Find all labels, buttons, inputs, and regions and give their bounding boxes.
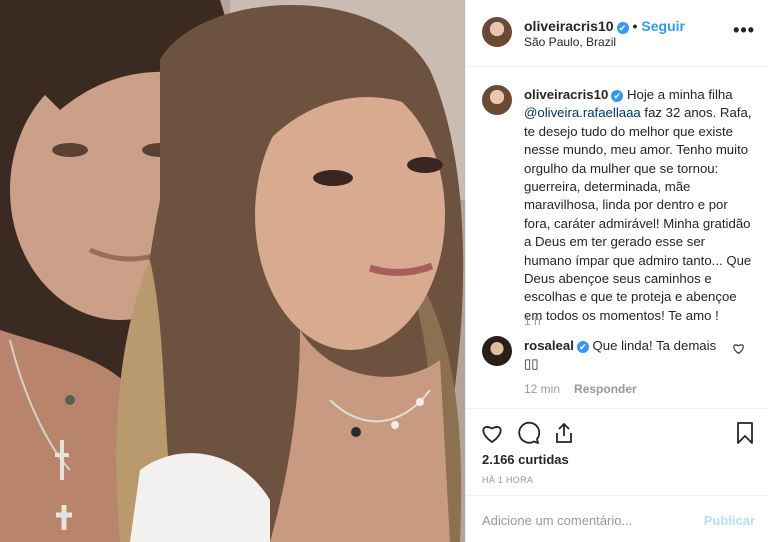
author-avatar[interactable] [482,17,512,47]
instagram-post: oliveiracris10 ✔ • Seguir São Paulo, Brazil… [0,0,768,542]
heart-icon[interactable] [480,421,504,445]
author-line: oliveiracris10 ✔ • Seguir [524,18,685,34]
reply-button[interactable]: Responder [574,382,637,396]
caption-author-username[interactable]: oliveiracris10 [524,87,608,102]
comment-meta: 12 min Responder [524,382,637,396]
post-actions: 2.166 curtidas HÁ 1 HORA [466,408,768,506]
comments-section: oliveiracris10 ✔ Hoje a minha filha @oliv… [466,68,768,407]
verified-badge-icon: ✔ [611,90,624,102]
caption-text-part2: faz 32 anos. Rafa, te desejo tudo do mel… [524,105,752,323]
post-side-panel: oliveiracris10 ✔ • Seguir São Paulo, Brazil… [465,0,768,542]
separator-dot: • [632,18,638,34]
selfie-photo-illustration [0,0,465,542]
likes-count[interactable]: 2.166 curtidas [482,452,569,467]
post-photo[interactable] [0,0,465,542]
commenter-avatar[interactable] [482,336,512,366]
post-caption: oliveiracris10 ✔ Hoje a minha filha @oliv… [524,86,756,325]
author-username[interactable]: oliveiracris10 [524,18,614,34]
caption-age[interactable]: 1 h [524,314,541,328]
bookmark-icon[interactable] [733,421,757,445]
comment-input[interactable] [482,508,692,532]
post-timestamp[interactable]: HÁ 1 HORA [482,475,533,485]
commenter-username[interactable]: rosaleal [524,338,574,353]
share-icon[interactable] [552,421,576,445]
caption-text-part1: Hoje a minha filha [623,87,733,102]
caption-mention-link[interactable]: @oliveira.rafaellaaa [524,105,641,120]
post-location[interactable]: São Paulo, Brazil [524,35,616,49]
comment-text: rosaleal ✔ Que linda! Ta demais ▯▯ [524,337,724,373]
publish-button[interactable]: Publicar [704,513,755,528]
more-options-icon[interactable]: ••• [733,20,755,41]
like-comment-heart-icon[interactable] [732,342,745,355]
comment-age[interactable]: 12 min [524,382,560,396]
caption-author-avatar[interactable] [482,85,512,115]
verified-badge-icon: ✔ [616,22,629,34]
follow-button[interactable]: Seguir [641,18,685,34]
post-header: oliveiracris10 ✔ • Seguir São Paulo, Brazil… [466,0,768,67]
add-comment-bar: Publicar [466,495,768,542]
verified-badge-icon: ✔ [576,341,589,353]
comment-icon[interactable] [516,421,540,445]
